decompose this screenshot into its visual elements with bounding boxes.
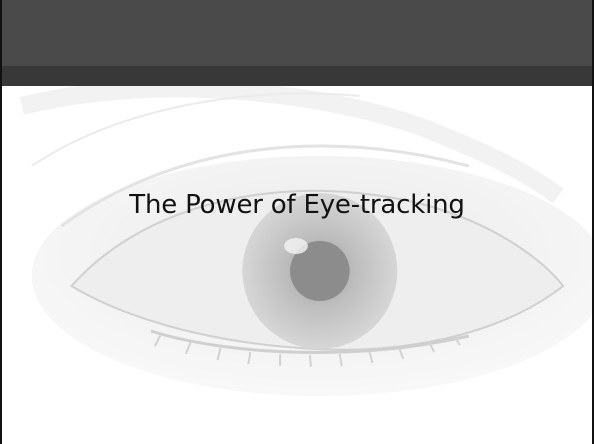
slide-header-band [2,66,592,86]
slide: The Power of Eye-tracking [0,0,594,444]
slide-title: The Power of Eye-tracking [129,190,465,220]
eye-illustration [19,86,592,396]
